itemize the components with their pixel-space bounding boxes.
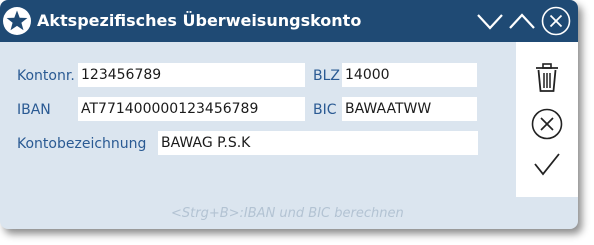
bic-field[interactable] xyxy=(342,97,477,121)
title-bar[interactable]: Aktspezifisches Überweisungskonto xyxy=(0,0,578,42)
blz-field[interactable] xyxy=(342,63,477,87)
delete-button[interactable] xyxy=(530,60,564,94)
confirm-button[interactable] xyxy=(530,147,564,181)
expand-button[interactable] xyxy=(506,5,538,37)
collapse-button[interactable] xyxy=(474,5,506,37)
confirm-check-icon xyxy=(534,153,560,176)
chevron-up-icon xyxy=(509,13,535,29)
trash-icon xyxy=(536,63,558,92)
shortcut-hint: <Strg+B>:IBAN und BIC berechnen xyxy=(171,206,404,221)
iban-label: IBAN xyxy=(17,102,51,118)
kontonr-field[interactable] xyxy=(78,63,305,87)
window-title: Aktspezifisches Überweisungskonto xyxy=(37,11,362,30)
dialog-window: Aktspezifisches Überweisungskonto Konton… xyxy=(0,0,578,229)
action-panel xyxy=(516,42,578,197)
chevron-down-icon xyxy=(477,14,503,30)
close-icon xyxy=(541,6,571,36)
star-icon xyxy=(2,6,32,36)
iban-field[interactable] xyxy=(78,97,305,121)
kontobezeichnung-field[interactable] xyxy=(158,131,478,155)
bic-label: BIC xyxy=(313,102,337,118)
close-button[interactable] xyxy=(540,5,572,37)
kontobezeichnung-label: Kontobezeichnung xyxy=(17,136,147,152)
cancel-icon xyxy=(531,108,563,140)
kontonr-label: Kontonr. xyxy=(17,68,75,84)
cancel-button[interactable] xyxy=(530,107,564,141)
blz-label: BLZ xyxy=(313,68,340,84)
